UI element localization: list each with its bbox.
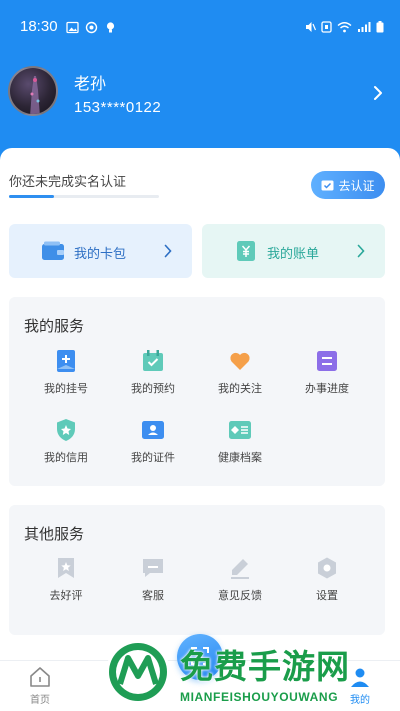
wallet-label: 我的卡包 [74,247,127,262]
nfc-icon [321,18,332,33]
section-title: 我的服务 [24,317,85,335]
watermark-title: 免费手游网 [180,647,350,686]
progress-icon [315,349,339,373]
service-item-register[interactable]: 我的挂号 [26,349,106,396]
service-label: 客服 [142,589,164,602]
service-label: 意见反馈 [218,589,262,602]
sync-icon [85,19,98,34]
watermark-logo [104,638,172,706]
service-item-progress[interactable]: 办事进度 [287,349,367,396]
status-bar: 18:30 [0,0,400,50]
watermark: 免费手游网 MIANFEISHOUYOUWANG [100,634,400,711]
credit-shield-icon [54,418,78,442]
status-time: 18:30 [20,18,58,35]
wifi-icon [337,18,352,33]
verify-button-label: 去认证 [338,178,375,193]
bill-card[interactable]: 我的账单 [202,224,385,278]
service-item-credit[interactable]: 我的信用 [26,418,106,465]
gear-icon [315,556,339,580]
yuan-bill-icon [234,240,258,262]
tab-home[interactable]: 首页 [10,665,70,706]
service-item-appointment[interactable]: 我的预约 [113,349,193,396]
chat-icon [141,556,165,580]
chevron-right-icon [357,243,365,258]
watermark-subtitle: MIANFEISHOUYOUWANG [180,690,339,704]
section-title: 其他服务 [24,525,85,543]
heart-icon [228,349,252,373]
appointment-icon [141,349,165,373]
wallet-card[interactable]: 我的卡包 [9,224,192,278]
chevron-right-icon[interactable] [372,84,384,102]
signal-icon [357,18,371,32]
wallet-icon [41,240,65,262]
verify-progress-fill [9,195,54,198]
id-card-icon [141,418,165,442]
service-label: 我的信用 [44,451,88,464]
pencil-icon [228,556,252,580]
service-item-health[interactable]: 健康档案 [200,418,280,465]
service-label: 我的关注 [218,382,262,395]
service-label: 我的证件 [131,451,175,464]
verify-progress-bar [9,195,159,198]
avatar[interactable] [8,66,58,116]
service-item-follow[interactable]: 我的关注 [200,349,280,396]
health-record-icon [228,418,252,442]
service-label: 去好评 [49,589,83,602]
star-bookmark-icon [54,556,78,580]
service-label: 办事进度 [305,382,349,395]
verify-button[interactable]: 去认证 [311,171,385,199]
other-services-card: 其他服务 去好评 客服 意见反馈 设置 [9,505,385,635]
battery-icon [376,18,384,33]
service-label: 我的预约 [131,382,175,395]
register-icon [54,349,78,373]
user-phone: 153****0122 [74,99,162,116]
service-label: 设置 [316,589,338,602]
service-label: 健康档案 [218,451,262,464]
service-item-support[interactable]: 客服 [113,556,193,603]
bulb-icon [104,19,117,33]
service-item-review[interactable]: 去好评 [26,556,106,603]
user-name[interactable]: 老孙 [74,70,106,94]
home-icon [28,665,52,689]
mute-icon [305,18,317,32]
tab-label: 首页 [30,695,50,706]
chevron-right-icon [164,243,172,258]
my-services-card: 我的服务 我的挂号 我的预约 我的关注 办事进度 我的信用 我的证件 健康档案 [9,297,385,486]
service-item-settings[interactable]: 设置 [287,556,367,603]
service-label: 我的挂号 [44,382,88,395]
verify-check-icon [321,180,334,191]
service-item-id[interactable]: 我的证件 [113,418,193,465]
service-item-feedback[interactable]: 意见反馈 [200,556,280,603]
verify-status-text: 你还未完成实名认证 [9,175,127,190]
bill-label: 我的账单 [267,247,320,262]
gallery-icon [66,19,79,34]
